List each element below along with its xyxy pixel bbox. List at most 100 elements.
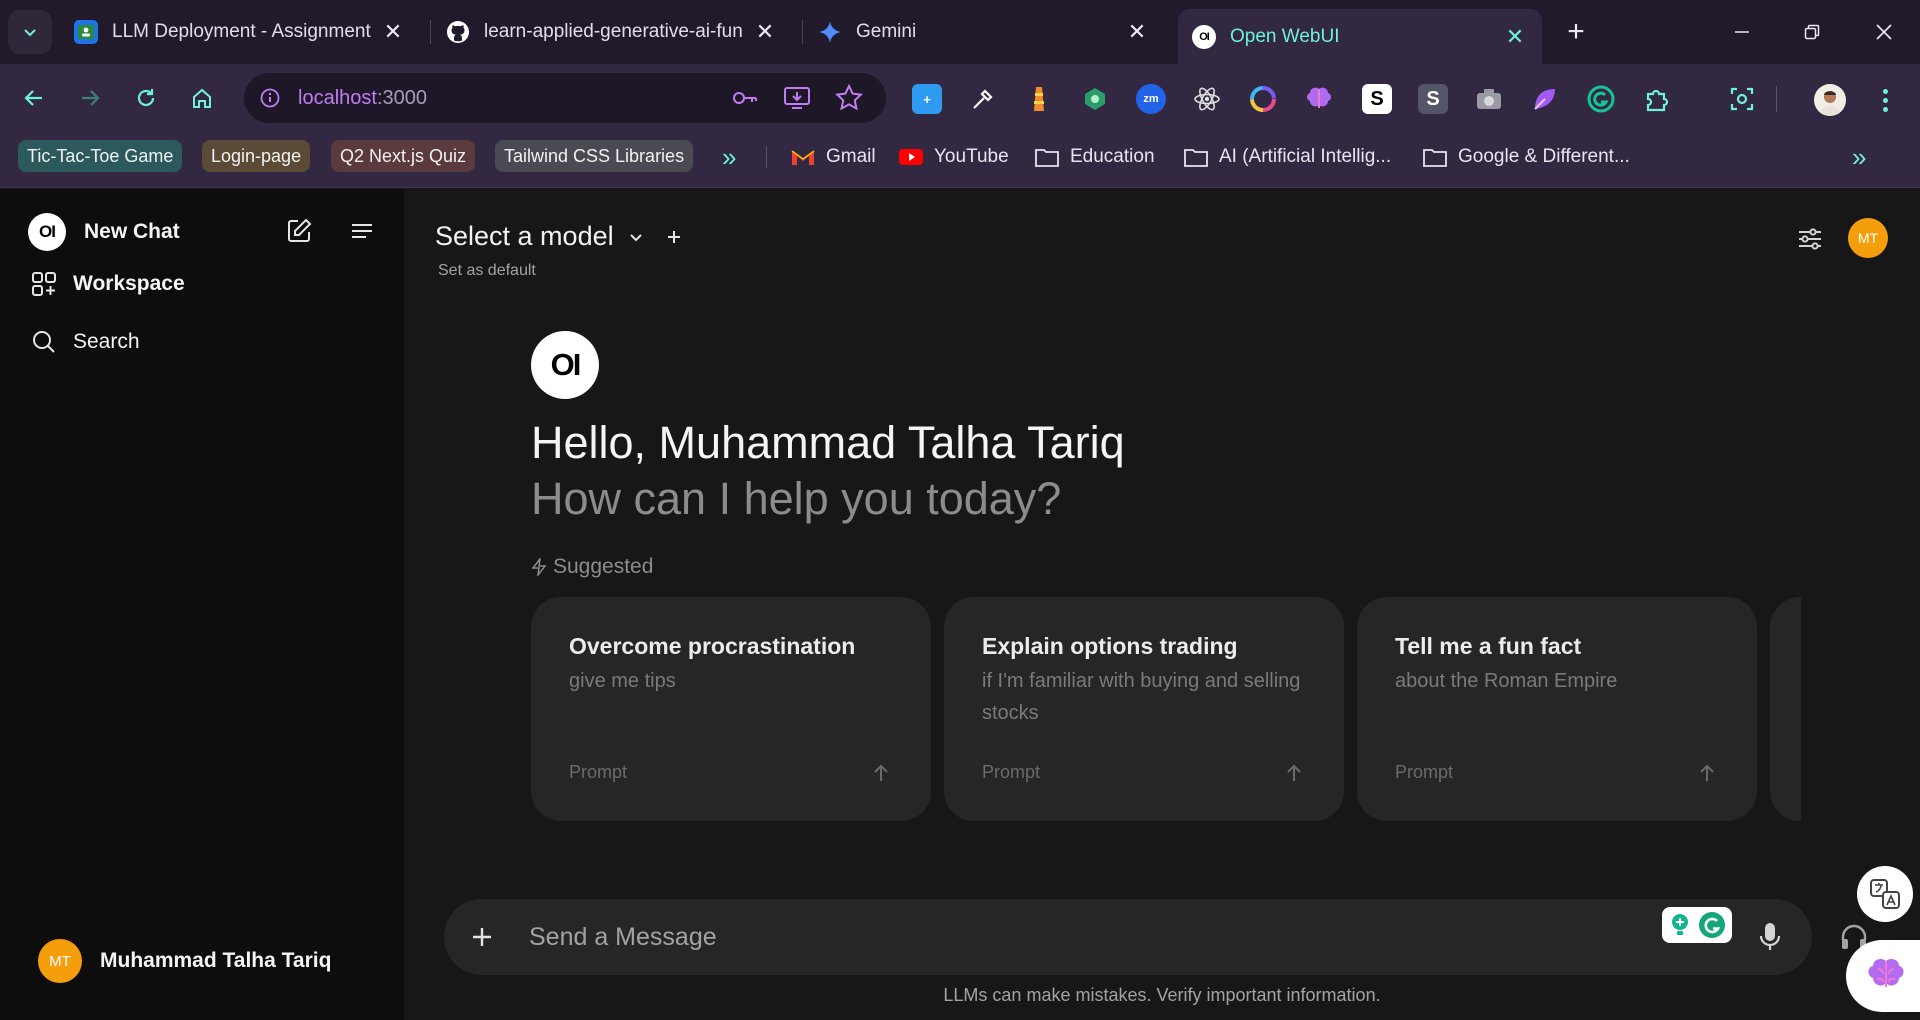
bookmark-label: AI (Artificial Intellig... (1219, 146, 1392, 167)
voice-input-button[interactable] (1750, 917, 1790, 957)
bookmark-folder-google[interactable]: Google & Different... (1422, 142, 1630, 172)
colorful-ring-icon[interactable] (1248, 84, 1278, 114)
controls-button[interactable] (1792, 221, 1828, 257)
close-window-button[interactable] (1864, 12, 1904, 52)
sidebar-item-workspace[interactable]: Workspace (31, 271, 185, 297)
card-prompt-label: Prompt (982, 762, 1041, 782)
suggestion-card-partial[interactable] (1770, 597, 1801, 821)
screenshot-lens-icon[interactable] (1727, 84, 1757, 114)
site-info-button[interactable] (250, 78, 290, 118)
minimize-button[interactable] (1722, 12, 1762, 52)
card-title: Explain options trading (982, 633, 1238, 659)
grammarly-icon[interactable] (1586, 84, 1616, 114)
brain-extension-icon[interactable] (1304, 84, 1334, 114)
bookmark-folder-education[interactable]: Education (1034, 142, 1155, 172)
search-label: Search (73, 330, 140, 353)
bookmark-youtube[interactable]: YouTube (898, 142, 1009, 172)
tab-llm-deployment[interactable]: LLM Deployment - Assignment ✕ (60, 9, 420, 55)
pencil-square-icon (288, 218, 312, 242)
close-icon[interactable]: ✕ (1502, 24, 1528, 50)
user-avatar-button[interactable]: MT (1848, 218, 1888, 258)
star-icon[interactable] (834, 83, 864, 113)
zoom-extension-icon[interactable]: zm (1136, 84, 1166, 114)
more-tabs-chevron-icon[interactable]: » (722, 142, 736, 173)
arrow-up-icon (1282, 761, 1306, 785)
card-prompt-label: Prompt (569, 762, 628, 782)
folder-icon (1422, 146, 1448, 168)
greeting-subtitle: How can I help you today? (531, 473, 1062, 524)
tab-search-button[interactable] (8, 10, 52, 54)
folder-icon (1183, 146, 1209, 168)
forward-button[interactable] (70, 78, 110, 118)
minimize-icon (1735, 31, 1749, 33)
logo-text: OI (550, 347, 582, 382)
bookmarks-bar: Tic-Tac-Toe Game Login-page Q2 Next.js Q… (0, 132, 1920, 188)
tab-github[interactable]: learn-applied-generative-ai-fun ✕ (432, 9, 792, 55)
bookmark-chip-tailwind[interactable]: Tailwind CSS Libraries (495, 140, 694, 172)
password-key-icon[interactable] (730, 83, 760, 113)
extension-plus-icon[interactable]: + (912, 84, 942, 114)
close-icon[interactable]: ✕ (1124, 19, 1150, 45)
react-devtools-icon[interactable] (1192, 84, 1222, 114)
url-port: :3000 (376, 86, 427, 109)
tab-divider (802, 20, 803, 44)
bookmark-chip-tic-tac-toe[interactable]: Tic-Tac-Toe Game (18, 140, 183, 172)
edit-chat-button[interactable] (281, 213, 317, 249)
camera-icon[interactable] (1474, 84, 1504, 114)
browser-menu-button[interactable] (1870, 82, 1900, 118)
install-app-icon[interactable] (782, 83, 812, 113)
tab-open-webui[interactable]: OI Open WebUI ✕ (1178, 9, 1542, 64)
arrow-right-icon (82, 90, 100, 106)
model-select-label: Select a model (435, 221, 614, 251)
grammarly-icon (1699, 912, 1725, 938)
toolbar-divider (1776, 86, 1777, 112)
restore-button[interactable] (1792, 12, 1832, 52)
bookmark-chip-login-page[interactable]: Login-page (202, 140, 311, 172)
bookmark-chip-nextjs-quiz[interactable]: Q2 Next.js Quiz (331, 140, 476, 172)
s-grey-extension-icon[interactable]: S (1418, 84, 1448, 114)
close-icon[interactable]: ✕ (752, 19, 778, 45)
close-icon[interactable]: ✕ (380, 19, 406, 45)
back-button[interactable] (14, 78, 54, 118)
set-as-default-link[interactable]: Set as default (438, 262, 536, 280)
message-input[interactable]: Send a Message (529, 923, 717, 952)
home-button[interactable] (182, 78, 222, 118)
suggestion-card[interactable]: Tell me a fun fact about the Roman Empir… (1357, 597, 1757, 821)
profile-avatar[interactable] (1814, 84, 1846, 116)
translate-icon (1870, 879, 1900, 909)
color-picker-icon[interactable] (968, 84, 998, 114)
new-chat-button[interactable]: OI New Chat (28, 213, 180, 251)
grammarly-widget[interactable] (1662, 907, 1732, 943)
model-selector[interactable]: Select a model (435, 221, 682, 252)
address-bar[interactable]: localhost:3000 (244, 73, 886, 123)
openwebui-logo: OI (531, 331, 599, 399)
extensions-puzzle-icon[interactable] (1642, 84, 1672, 114)
s-extension-icon[interactable]: S (1362, 84, 1392, 114)
home-icon (193, 88, 211, 108)
github-icon (446, 20, 470, 44)
user-profile-button[interactable]: MT Muhammad Talha Tariq (38, 939, 331, 983)
lighthouse-icon[interactable] (1024, 84, 1054, 114)
new-tab-button[interactable]: + (1558, 14, 1594, 50)
translate-floating-button[interactable] (1857, 866, 1913, 922)
sidebar-item-search[interactable]: Search (31, 329, 140, 355)
bug-tool-icon[interactable] (1080, 84, 1110, 114)
greeting-title: Hello, Muhammad Talha Tariq (531, 417, 1125, 468)
more-bookmarks-chevron-icon[interactable]: » (1852, 142, 1866, 173)
reload-button[interactable] (126, 78, 166, 118)
ai-assistant-floating-button[interactable] (1846, 940, 1920, 1012)
add-attachment-button[interactable] (462, 917, 502, 957)
add-model-icon[interactable] (666, 229, 682, 245)
suggestion-card[interactable]: Explain options trading if I'm familiar … (944, 597, 1344, 821)
purple-wing-icon[interactable] (1530, 84, 1560, 114)
tab-title: learn-applied-generative-ai-fun (484, 21, 743, 42)
toggle-sidebar-button[interactable] (344, 213, 380, 249)
logo-text: OI (39, 222, 56, 241)
lightning-icon (531, 558, 547, 576)
suggestion-card[interactable]: Overcome procrastination give me tips Pr… (531, 597, 931, 821)
menu-lines-icon (352, 224, 372, 238)
tab-gemini[interactable]: Gemini ✕ (804, 9, 1164, 55)
bookmark-gmail[interactable]: Gmail (790, 142, 876, 172)
bookmark-folder-ai[interactable]: AI (Artificial Intellig... (1183, 142, 1391, 172)
new-chat-label: New Chat (84, 220, 180, 243)
